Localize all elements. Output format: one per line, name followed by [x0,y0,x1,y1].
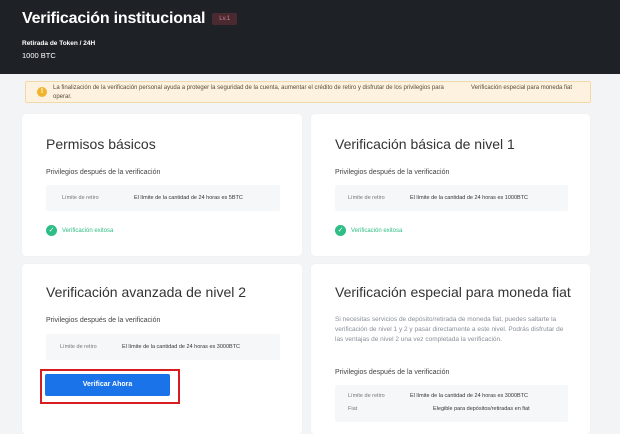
card-title: Verificación básica de nivel 1 [335,136,515,152]
notice-text: La finalización de la verificación perso… [53,85,444,100]
privilege-box: Límite de retiro El límite de la cantida… [335,385,568,422]
notice-banner: ! La finalización de la verificación per… [25,81,591,103]
limit-value: El límite de la cantidad de 24 horas es … [410,195,529,201]
page-header: Verificación institucional Lv.1 Retirada… [0,0,620,74]
limit-value: El límite de la cantidad de 24 horas es … [410,393,529,399]
limit-value: El límite de la cantidad de 24 horas es … [134,195,243,201]
privilege-box: Límite de retiro El límite de la cantida… [46,334,280,360]
limit-label: Límite de retiro [62,195,99,201]
fiat-label: Fiat [348,406,358,412]
limit-label: Límite de retiro [348,393,385,399]
card-subtitle: Privilegios después de la verificación [46,317,161,324]
card-advanced-level2: Verificación avanzada de nivel 2 Privile… [22,264,302,434]
status-row: ✓ Verificación exitosa [335,225,402,236]
title-row: Verificación institucional Lv.1 [22,10,238,28]
card-subtitle: Privilegios después de la verificación [46,169,161,176]
verify-now-button[interactable]: Verificar Ahora [45,374,170,396]
card-fiat-special: Verificación especial para moneda fiat S… [311,264,590,434]
limit-label: Límite de retiro [60,344,97,350]
card-description: Si necesitas servicios de depósito/retir… [335,316,564,343]
limit-label: Límite de retiro [348,195,385,201]
card-title: Permisos básicos [46,136,156,152]
check-icon: ✓ [46,225,57,236]
card-title: Verificación avanzada de nivel 2 [46,284,247,300]
withdraw-limit-label: Retirada de Token / 24H [22,40,96,47]
check-icon: ✓ [335,225,346,236]
card-title: Verificación especial para moneda fiat [335,284,571,300]
limit-value: El límite de la cantidad de 24 horas es … [122,344,241,350]
info-icon: ! [37,87,47,97]
status-text: Verificación exitosa [62,227,114,234]
card-subtitle: Privilegios después de la verificación [335,369,450,376]
card-subtitle: Privilegios después de la verificación [335,169,450,176]
status-row: ✓ Verificación exitosa [46,225,113,236]
fiat-value: Elegible para depósitos/retiradas en fia… [433,406,530,412]
card-basic-permissions: Permisos básicos Privilegios después de … [22,114,302,256]
status-text: Verificación exitosa [351,227,403,234]
privilege-box: Límite de retiro El límite de la cantida… [335,185,568,211]
card-basic-level1: Verificación básica de nivel 1 Privilegi… [311,114,590,256]
fiat-verification-link[interactable]: Verificación especial para moneda fiat [471,84,586,93]
level-badge: Lv.1 [212,13,238,25]
withdraw-limit-value: 1000 BTC [22,51,56,60]
page-title: Verificación institucional [22,10,206,27]
privilege-box: Límite de retiro El límite de la cantida… [46,185,280,211]
